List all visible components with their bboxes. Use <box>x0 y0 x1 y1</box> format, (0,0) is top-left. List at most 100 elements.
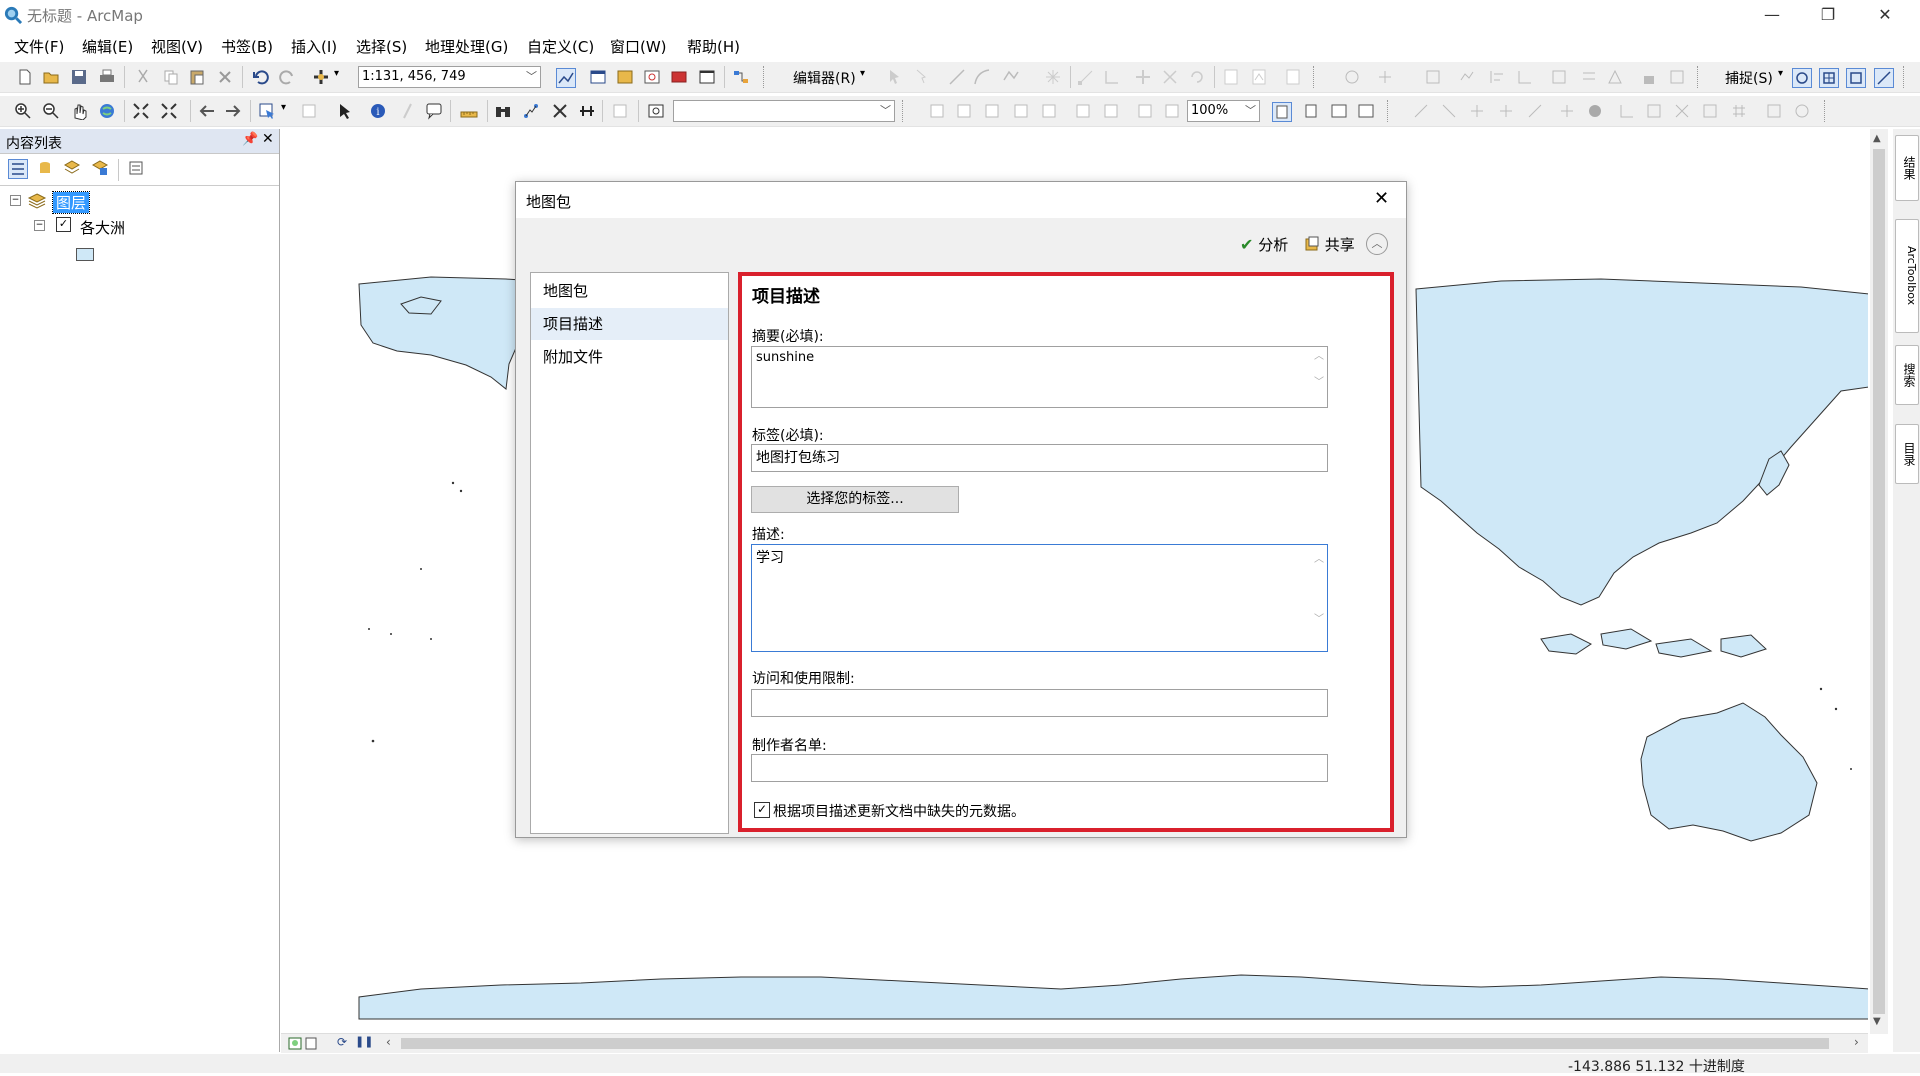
data-driven-pages-icon[interactable] <box>1357 102 1375 120</box>
grid-icon[interactable] <box>1730 102 1748 120</box>
editor-toolbar-icon[interactable] <box>556 68 576 88</box>
menu-geoprocessing[interactable]: 地理处理(G) <box>425 36 508 57</box>
open-folder-icon[interactable] <box>42 68 60 86</box>
arctoolbox-icon[interactable] <box>670 68 688 86</box>
collapse-layers-icon[interactable]: − <box>10 195 21 206</box>
go-back-extent-icon[interactable] <box>1136 102 1154 120</box>
copy-parallel-icon[interactable] <box>1580 68 1598 86</box>
topology-icon[interactable] <box>1343 68 1361 86</box>
vertex-snapping-icon[interactable] <box>1846 68 1866 88</box>
draw-polygon-icon[interactable] <box>1526 102 1544 120</box>
menu-selection[interactable]: 选择(S) <box>356 36 407 57</box>
scroll-left-icon[interactable]: ‹ <box>386 1035 391 1049</box>
rotate-icon[interactable] <box>1188 68 1206 86</box>
snapping-menu[interactable]: 捕捉(S) <box>1725 68 1773 88</box>
horizontal-scroll-thumb[interactable] <box>401 1038 1829 1049</box>
dialog-close-button[interactable]: ✕ <box>1374 188 1389 209</box>
select-elements-icon[interactable] <box>336 102 354 120</box>
change-layout-icon[interactable] <box>1330 102 1348 120</box>
save-icon[interactable] <box>70 68 88 86</box>
collapse-chevron-up-icon[interactable]: ︿ <box>1366 233 1388 255</box>
close-window-button[interactable]: ✕ <box>1862 0 1908 29</box>
layer-name[interactable]: 各大洲 <box>80 217 125 238</box>
split-icon[interactable] <box>1161 68 1179 86</box>
snapping-lock-icon[interactable] <box>1640 68 1658 86</box>
fixed-zoom-layout-icon[interactable] <box>1074 102 1092 120</box>
georeferencing-icon[interactable] <box>1376 68 1394 86</box>
tags-input[interactable]: 地图打包练习 <box>751 444 1328 472</box>
editor-menu[interactable]: 编辑器(R) <box>793 68 856 88</box>
forward-extent-icon[interactable] <box>224 102 242 120</box>
layout-zoom-out-icon[interactable] <box>955 102 973 120</box>
time-slider-icon[interactable] <box>578 102 596 120</box>
analyze-button[interactable]: ✔ 分析 <box>1240 234 1288 255</box>
end-snapping-icon[interactable] <box>1819 68 1839 88</box>
menu-file[interactable]: 文件(F) <box>14 36 64 57</box>
pan-icon[interactable] <box>70 102 88 120</box>
edit-annotation-icon[interactable] <box>913 68 931 86</box>
menu-insert[interactable]: 插入(I) <box>291 36 337 57</box>
hyperlink-icon[interactable] <box>398 102 416 120</box>
select-dropdown-icon[interactable]: ▾ <box>281 102 286 113</box>
straight-segment-icon[interactable] <box>948 68 966 86</box>
description-scrollbar[interactable]: ︿ ﹀ <box>1311 545 1327 651</box>
create-features-icon[interactable] <box>1284 68 1302 86</box>
list-by-visibility-icon[interactable] <box>63 159 81 177</box>
go-forward-extent-icon[interactable] <box>1163 102 1181 120</box>
labeling-icon[interactable] <box>1765 102 1783 120</box>
effects-icon[interactable] <box>1701 102 1719 120</box>
map-horizontal-scrollbar[interactable]: ⟳ ❚❚ ‹ › <box>281 1033 1868 1053</box>
vertical-scroll-thumb[interactable] <box>1873 149 1885 1014</box>
attributes-icon[interactable] <box>1222 68 1240 86</box>
description-textarea[interactable]: 学习 ︿ ﹀ <box>751 544 1328 652</box>
create-viewer-window-icon[interactable] <box>611 102 629 120</box>
map-scale-combo[interactable]: 1:131, 456, 749 ﹀ <box>358 66 541 88</box>
menu-customize[interactable]: 自定义(C) <box>527 36 594 57</box>
zoom-100-icon[interactable] <box>1040 102 1058 120</box>
results-tab[interactable]: 结果 <box>1895 135 1919 201</box>
edit-vertices-icon[interactable] <box>1077 68 1095 86</box>
clear-selection-icon[interactable] <box>300 102 318 120</box>
zoom-percent-combo[interactable]: 100% ﹀ <box>1187 100 1260 122</box>
paste-icon[interactable] <box>188 68 206 86</box>
trace-icon[interactable] <box>1002 68 1020 86</box>
pause-drawing-icon[interactable]: ❚❚ <box>355 1035 373 1048</box>
modelbuilder-icon[interactable] <box>732 68 750 86</box>
geocoding-icon[interactable] <box>1645 102 1663 120</box>
layer-visibility-checkbox[interactable]: ✓ <box>56 217 71 232</box>
zoom-out-icon[interactable] <box>42 102 60 120</box>
snapping-dropdown-icon[interactable]: ▾ <box>1778 68 1783 79</box>
fixed-zoom-out-layout-icon[interactable] <box>1102 102 1120 120</box>
nav-item-item-description[interactable]: 项目描述 <box>531 308 728 340</box>
list-by-drawing-order-icon[interactable] <box>8 159 28 179</box>
draw-line-icon[interactable] <box>1440 102 1458 120</box>
refresh-icon[interactable]: ⟳ <box>337 1035 347 1049</box>
layout-zoom-in-icon[interactable] <box>928 102 946 120</box>
spatial-adjustment-icon[interactable] <box>1673 102 1691 120</box>
editor-dropdown-icon[interactable]: ▾ <box>860 68 865 79</box>
edge-snapping-icon[interactable] <box>1874 68 1894 88</box>
zoom-in-icon[interactable] <box>14 102 32 120</box>
menu-edit[interactable]: 编辑(E) <box>82 36 133 57</box>
generalize-icon[interactable] <box>1458 68 1476 86</box>
align-icon[interactable] <box>1488 68 1506 86</box>
cut-icon[interactable] <box>134 68 152 86</box>
options-icon[interactable] <box>127 159 145 177</box>
add-data-dropdown-icon[interactable]: ▾ <box>334 68 339 79</box>
menu-view[interactable]: 视图(V) <box>151 36 203 57</box>
add-data-icon[interactable] <box>312 68 330 86</box>
swipe-icon[interactable] <box>647 102 665 120</box>
scroll-up-icon[interactable]: ▲ <box>1873 133 1881 144</box>
measure-icon[interactable] <box>460 102 478 120</box>
textarea-scrollbar[interactable]: ︿ ﹀ <box>1311 347 1327 407</box>
draw-text-icon[interactable] <box>1497 102 1515 120</box>
search-tab[interactable]: 搜索 <box>1895 345 1919 405</box>
point-snapping-icon[interactable] <box>1792 68 1812 88</box>
undo-icon[interactable] <box>252 68 270 86</box>
fixed-zoom-in-icon[interactable] <box>132 102 150 120</box>
arctoolbox-tab[interactable]: ArcToolbox <box>1895 219 1919 333</box>
choose-tags-button[interactable]: 选择您的标签... <box>751 486 959 513</box>
summary-textarea[interactable]: sunshine ︿ ﹀ <box>751 346 1328 408</box>
find-route-icon[interactable] <box>522 102 540 120</box>
reshape-icon[interactable] <box>1103 68 1121 86</box>
